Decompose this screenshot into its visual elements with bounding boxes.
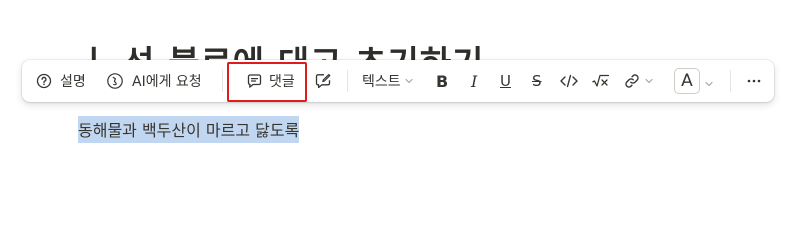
toolbar-divider bbox=[730, 70, 731, 92]
math-button[interactable] bbox=[591, 60, 611, 102]
text-style-dropdown[interactable]: 텍스트 bbox=[362, 60, 414, 102]
chevron-down-icon[interactable] bbox=[704, 74, 714, 93]
help-circle-icon bbox=[36, 73, 52, 89]
code-icon bbox=[559, 73, 579, 89]
edit-comment-icon bbox=[314, 72, 332, 90]
link-button[interactable] bbox=[623, 60, 654, 102]
underline-button[interactable]: U bbox=[500, 60, 511, 102]
chevron-down-icon bbox=[404, 76, 414, 86]
more-button[interactable] bbox=[746, 60, 762, 102]
code-button[interactable] bbox=[559, 60, 579, 102]
bold-icon: B bbox=[436, 71, 449, 91]
link-icon bbox=[623, 72, 641, 90]
chevron-down-icon bbox=[644, 76, 654, 86]
toolbar-divider bbox=[347, 70, 348, 92]
selected-paragraph[interactable]: 동해물과 백두산이 마르고 닳도록 bbox=[78, 116, 300, 143]
text-style-label: 텍스트 bbox=[362, 74, 401, 90]
selected-text: 동해물과 백두산이 마르고 닳도록 bbox=[78, 116, 300, 143]
bold-button[interactable]: B bbox=[436, 60, 448, 102]
italic-icon: I bbox=[471, 71, 478, 91]
text-color-glyph: A bbox=[681, 71, 693, 91]
math-icon bbox=[591, 73, 611, 89]
ask-ai-label: AI에게 요청 bbox=[132, 74, 202, 90]
formatting-toolbar: 설명 AI에게 요청 댓글 텍스트 B I U S bbox=[22, 60, 774, 102]
underline-icon: U bbox=[500, 72, 511, 90]
comment-button[interactable]: 댓글 bbox=[246, 60, 295, 102]
ask-ai-button[interactable]: AI에게 요청 bbox=[106, 60, 202, 102]
explain-button[interactable]: 설명 bbox=[36, 60, 86, 102]
text-color-button[interactable]: A bbox=[674, 68, 700, 94]
more-horizontal-icon bbox=[746, 73, 762, 89]
comment-label: 댓글 bbox=[269, 74, 295, 90]
strikethrough-icon: S bbox=[532, 72, 542, 90]
comment-icon bbox=[246, 73, 263, 90]
strikethrough-button[interactable]: S bbox=[532, 60, 542, 102]
explain-label: 설명 bbox=[60, 74, 86, 90]
toolbar-divider bbox=[222, 70, 223, 92]
edit-comment-button[interactable] bbox=[314, 60, 332, 102]
ai-face-icon bbox=[106, 72, 124, 90]
italic-button[interactable]: I bbox=[471, 60, 477, 102]
